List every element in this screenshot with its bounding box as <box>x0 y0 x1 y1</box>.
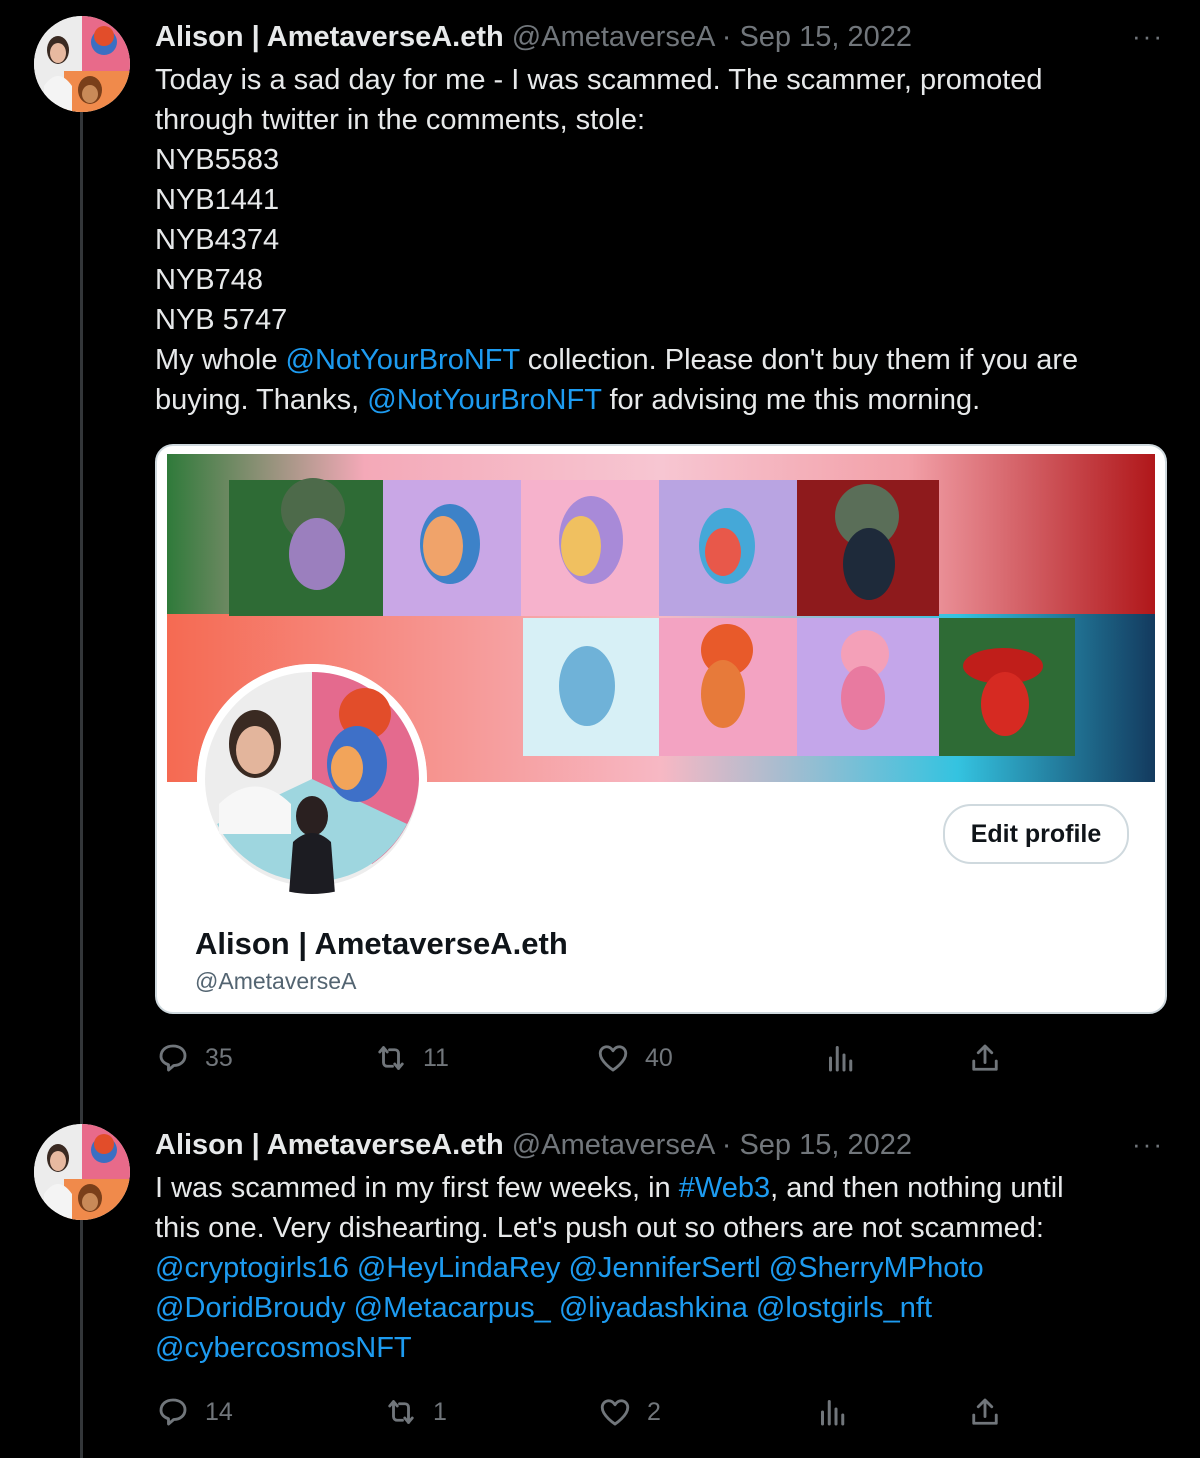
like-count: 2 <box>647 1397 661 1426</box>
more-icon[interactable]: ··· <box>1132 23 1164 49</box>
card-display-name: Alison | AmetaverseA.eth <box>195 926 568 961</box>
reply-button[interactable]: 35 <box>155 1040 233 1076</box>
reply-icon <box>159 1044 187 1072</box>
author-avatar[interactable] <box>34 16 130 112</box>
tweet-line: Today is a sad day for me - I was scamme… <box>155 64 1043 96</box>
tweet-header: Alison | AmetaverseA.eth @AmetaverseA · … <box>155 20 912 54</box>
views-icon <box>829 1046 853 1072</box>
reply-icon <box>159 1398 187 1426</box>
text-segment: collection. Please don't buy them if you… <box>519 344 1079 376</box>
thread-connector-line <box>80 112 83 1458</box>
text-segment: I was scammed in my first few weeks, in <box>155 1172 679 1204</box>
like-count: 40 <box>645 1043 673 1072</box>
retweet-icon <box>378 1046 404 1070</box>
reply-count: 35 <box>205 1043 233 1072</box>
attached-image[interactable]: Edit profile Alison | AmetaverseA.eth @A… <box>155 444 1167 1014</box>
more-icon[interactable]: ··· <box>1132 1131 1164 1157</box>
text-segment: , and then nothing until <box>770 1172 1064 1204</box>
mention-links[interactable]: @cybercosmosNFT <box>155 1328 1165 1368</box>
like-button[interactable]: 40 <box>595 1040 673 1076</box>
reply-button[interactable]: 14 <box>155 1394 233 1430</box>
tweet-header: Alison | AmetaverseA.eth @AmetaverseA · … <box>155 1128 912 1162</box>
retweet-button[interactable]: 11 <box>373 1040 449 1076</box>
mention-links[interactable]: @DoridBroudy @Metacarpus_ @liyadashkina … <box>155 1288 1165 1328</box>
tweet-line: through twitter in the comments, stole: <box>155 104 645 136</box>
like-icon <box>598 1045 628 1072</box>
mention-links[interactable]: @cryptogirls16 @HeyLindaRey @JenniferSer… <box>155 1248 1165 1288</box>
retweet-icon <box>388 1400 414 1424</box>
text-segment: My whole <box>155 344 286 376</box>
tweet-line: I was scammed in my first few weeks, in … <box>155 1168 1165 1208</box>
like-icon <box>600 1399 630 1426</box>
views-button[interactable] <box>823 1040 859 1076</box>
retweet-count: 11 <box>423 1043 449 1072</box>
tweet-line: My whole @NotYourBroNFT collection. Plea… <box>155 340 1165 380</box>
card-handle: @AmetaverseA <box>195 968 357 994</box>
retweet-count: 1 <box>433 1397 447 1426</box>
tweet-line: NYB4374 <box>155 224 280 256</box>
mention-link[interactable]: @NotYourBroNFT <box>367 384 601 416</box>
views-button[interactable] <box>815 1394 851 1430</box>
like-button[interactable]: 2 <box>597 1394 661 1430</box>
author-avatar[interactable] <box>34 1124 130 1220</box>
mention-link[interactable]: @NotYourBroNFT <box>286 344 520 376</box>
tweet-line: NYB5583 <box>155 144 280 176</box>
author-name[interactable]: Alison | AmetaverseA.eth <box>155 1129 504 1161</box>
hashtag-link[interactable]: #Web3 <box>679 1172 770 1204</box>
tweet-line: buying. Thanks, @NotYourBroNFT for advis… <box>155 380 1165 420</box>
tweet-text: I was scammed in my first few weeks, in … <box>155 1168 1165 1368</box>
card-profile-avatar <box>197 664 427 894</box>
text-segment: buying. Thanks, <box>155 384 368 416</box>
views-icon <box>821 1400 845 1426</box>
tweet-actions: 14 1 2 <box>155 1394 1035 1434</box>
tweet-line: this one. Very dishearting. Let's push o… <box>155 1212 1044 1244</box>
tweet-text: Today is a sad day for me - I was scamme… <box>155 60 1165 420</box>
share-icon <box>972 1044 998 1071</box>
tweet-actions: 35 11 40 <box>155 1040 1035 1080</box>
reply-count: 14 <box>205 1397 233 1426</box>
share-button[interactable] <box>967 1040 1003 1076</box>
share-button[interactable] <box>967 1394 1003 1430</box>
text-segment: for advising me this morning. <box>601 384 981 416</box>
tweet-line: NYB748 <box>155 264 264 296</box>
tweet-line: NYB 5747 <box>155 304 288 336</box>
author-handle-date[interactable]: @AmetaverseA · Sep 15, 2022 <box>512 21 912 53</box>
edit-profile-button: Edit profile <box>943 804 1129 864</box>
share-icon <box>972 1398 998 1425</box>
author-name[interactable]: Alison | AmetaverseA.eth <box>155 21 504 53</box>
author-handle-date[interactable]: @AmetaverseA · Sep 15, 2022 <box>512 1129 912 1161</box>
retweet-button[interactable]: 1 <box>383 1394 447 1430</box>
tweet-line: NYB1441 <box>155 184 280 216</box>
